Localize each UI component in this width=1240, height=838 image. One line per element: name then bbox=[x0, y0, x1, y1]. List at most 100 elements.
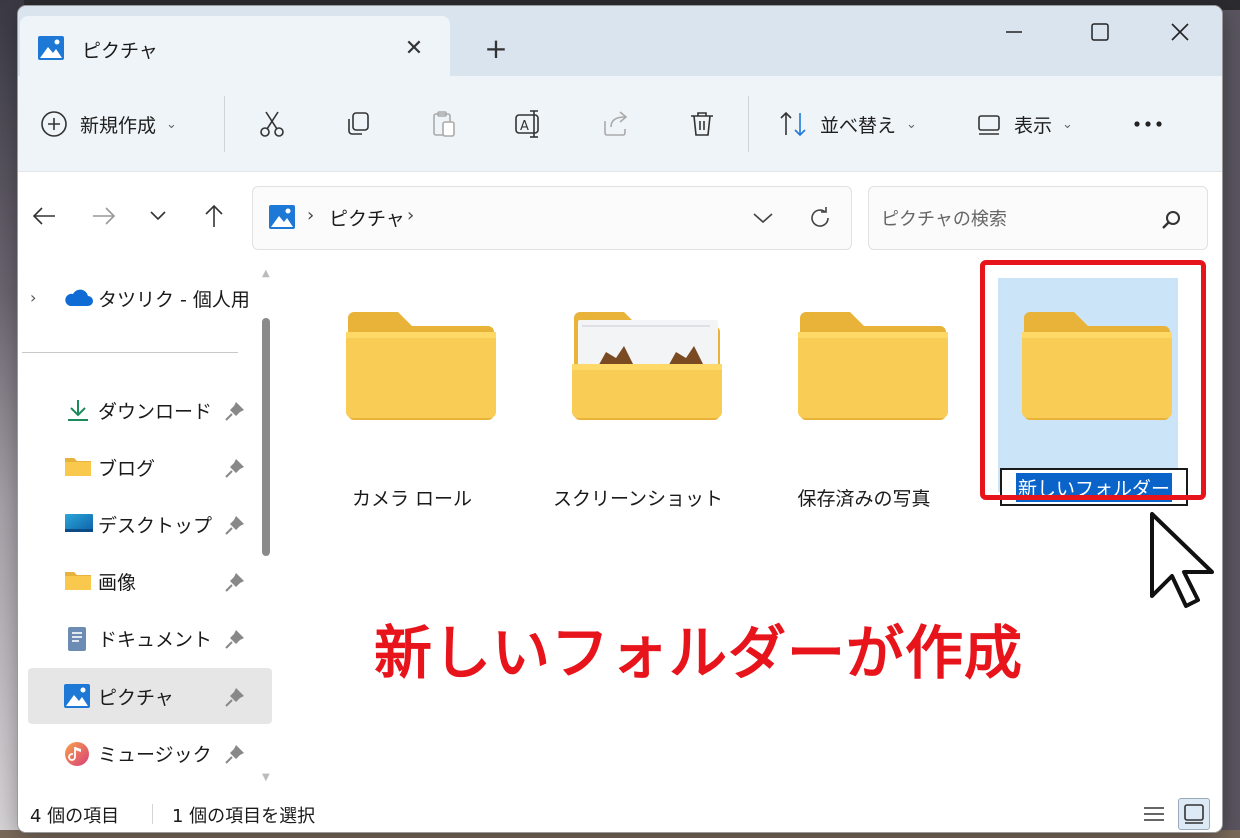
desktop-icon bbox=[64, 512, 93, 536]
folder-tile[interactable]: スクリーンショット bbox=[548, 288, 728, 510]
paste-icon[interactable] bbox=[424, 104, 464, 144]
cloud-icon bbox=[62, 288, 93, 312]
nav-label: 画像 bbox=[98, 572, 137, 594]
copy-icon[interactable] bbox=[338, 104, 378, 144]
forward-icon[interactable] bbox=[86, 198, 122, 234]
cut-icon[interactable] bbox=[252, 104, 292, 144]
nav-label: ミュージック bbox=[98, 744, 212, 766]
breadcrumb-pictures[interactable]: ピクチャ bbox=[329, 204, 405, 231]
up-icon[interactable] bbox=[196, 198, 232, 234]
documents-icon bbox=[64, 626, 92, 651]
nav-label: デスクトップ bbox=[98, 515, 213, 537]
title-bar: ピクチャ ✕ + bbox=[18, 6, 1222, 78]
new-label: 新規作成 bbox=[80, 114, 157, 137]
nav-item-pictures[interactable]: ピクチャ bbox=[28, 668, 272, 724]
chevron-down-icon: ⌄ bbox=[166, 116, 177, 132]
chevron-right-icon[interactable]: › bbox=[30, 288, 36, 307]
nav-item-documents[interactable]: ドキュメント bbox=[18, 610, 280, 666]
navigation-pane: › タツリク - 個人用 ダウンロード ブログ デスクトップ 画像 ドキュメント… bbox=[18, 258, 288, 796]
music-icon bbox=[64, 741, 92, 766]
pin-icon[interactable] bbox=[224, 628, 246, 650]
recent-locations-icon[interactable] bbox=[140, 198, 176, 234]
nav-label: ダウンロード bbox=[98, 401, 213, 423]
sort-label: 並べ替え bbox=[820, 114, 897, 137]
nav-item-downloads[interactable]: ダウンロード bbox=[18, 382, 280, 438]
nav-label: ブログ bbox=[98, 458, 156, 480]
pictures-icon bbox=[64, 684, 92, 708]
address-bar[interactable]: › ピクチャ › bbox=[252, 186, 852, 250]
new-tab-icon[interactable]: + bbox=[478, 30, 514, 66]
nav-divider bbox=[22, 352, 238, 353]
nav-label: ドキュメント bbox=[98, 629, 213, 651]
back-icon[interactable] bbox=[26, 198, 62, 234]
nav-item-onedrive[interactable]: › タツリク - 個人用 bbox=[18, 270, 280, 326]
pictures-icon bbox=[38, 36, 64, 60]
sort-button[interactable]: 並べ替え ⌄ bbox=[778, 102, 917, 146]
divider bbox=[152, 804, 153, 824]
selected-count: 1 個の項目を選択 bbox=[172, 806, 316, 827]
nav-item-blog[interactable]: ブログ bbox=[18, 439, 280, 495]
maximize-icon[interactable] bbox=[1070, 12, 1130, 52]
scroll-down-icon[interactable]: ▼ bbox=[262, 772, 270, 783]
pin-icon[interactable] bbox=[224, 743, 246, 765]
view-label: 表示 bbox=[1014, 114, 1053, 137]
status-bar: 4 個の項目 1 個の項目を選択 bbox=[18, 796, 1222, 832]
nav-label-onedrive: タツリク - 個人用 bbox=[98, 289, 250, 311]
close-tab-icon[interactable]: ✕ bbox=[396, 30, 432, 66]
pin-icon[interactable] bbox=[224, 457, 246, 479]
nav-item-music[interactable]: ミュージック bbox=[18, 725, 280, 781]
more-icon[interactable] bbox=[1128, 104, 1168, 144]
pictures-icon bbox=[269, 205, 295, 229]
scrollbar-thumb[interactable] bbox=[262, 318, 270, 556]
divider bbox=[748, 96, 749, 152]
new-button[interactable]: 新規作成 ⌄ bbox=[40, 102, 177, 146]
svg-text:A: A bbox=[520, 119, 529, 134]
folder-tile[interactable]: 保存済みの写真 bbox=[774, 288, 954, 510]
search-icon[interactable] bbox=[1159, 207, 1185, 233]
folder-tile[interactable]: カメラ ロール bbox=[322, 288, 502, 510]
folder-icon bbox=[346, 312, 496, 420]
tab-title: ピクチャ bbox=[82, 40, 158, 62]
folder-label: カメラ ロール bbox=[351, 488, 473, 510]
pin-icon[interactable] bbox=[224, 571, 246, 593]
mouse-pointer-icon bbox=[1150, 512, 1214, 608]
folder-icon bbox=[798, 312, 948, 420]
pin-icon[interactable] bbox=[224, 514, 246, 536]
highlight-box bbox=[980, 260, 1206, 500]
folder-with-preview-icon bbox=[572, 312, 722, 420]
scroll-up-icon[interactable]: ▲ bbox=[262, 268, 270, 279]
file-explorer-window: ピクチャ ✕ + 新規作成 ⌄ A 並べ替え ⌄ 表示 ⌄ › ピクチャ › ピ… bbox=[18, 6, 1222, 832]
view-icon bbox=[978, 115, 1000, 135]
search-box bbox=[868, 186, 1208, 250]
item-count: 4 個の項目 bbox=[30, 806, 120, 827]
pin-icon[interactable] bbox=[224, 686, 246, 708]
search-input[interactable] bbox=[881, 205, 1151, 233]
pin-icon[interactable] bbox=[224, 400, 246, 422]
folder-label: スクリーンショット bbox=[552, 488, 724, 510]
command-bar: 新規作成 ⌄ A 並べ替え ⌄ 表示 ⌄ bbox=[18, 76, 1222, 172]
download-icon bbox=[64, 398, 92, 422]
chevron-down-icon: ⌄ bbox=[906, 116, 917, 132]
sort-icon bbox=[780, 111, 806, 137]
chevron-right-icon[interactable]: › bbox=[407, 205, 414, 226]
close-icon[interactable] bbox=[1150, 12, 1210, 52]
annotation-caption: 新しいフォルダーが作成 bbox=[374, 619, 1024, 687]
minimize-icon[interactable] bbox=[984, 12, 1044, 52]
tab-pictures[interactable]: ピクチャ ✕ bbox=[20, 16, 450, 78]
view-button[interactable]: 表示 ⌄ bbox=[976, 102, 1073, 146]
folder-icon bbox=[64, 569, 92, 593]
nav-item-desktop[interactable]: デスクトップ bbox=[18, 496, 280, 552]
folder-icon bbox=[64, 455, 92, 479]
nav-item-images[interactable]: 画像 bbox=[18, 553, 280, 609]
details-view-icon[interactable] bbox=[1140, 800, 1168, 828]
plus-circle-icon bbox=[41, 111, 67, 137]
large-icons-view-icon[interactable] bbox=[1178, 798, 1210, 830]
rename-icon[interactable]: A bbox=[510, 104, 550, 144]
chevron-down-icon[interactable] bbox=[747, 203, 779, 233]
address-row: › ピクチャ › bbox=[18, 172, 1222, 258]
nav-label: ピクチャ bbox=[98, 687, 174, 709]
refresh-icon[interactable] bbox=[803, 201, 837, 235]
share-icon[interactable] bbox=[596, 104, 636, 144]
delete-icon[interactable] bbox=[682, 104, 722, 144]
chevron-down-icon: ⌄ bbox=[1062, 116, 1073, 132]
